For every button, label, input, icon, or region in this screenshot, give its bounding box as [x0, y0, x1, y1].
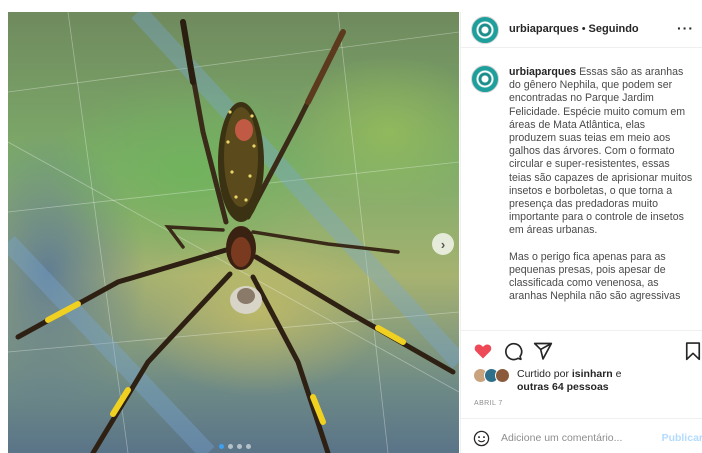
likes-summary: Curtido por isinharn e outras 64 pessoas [473, 368, 701, 396]
likes-text: Curtido por isinharn e outras 64 pessoas [517, 368, 621, 394]
spider-photo [8, 12, 459, 453]
instagram-post: › urbiaparques • Seguindo ··· urbiaparques… [0, 0, 702, 453]
caption-text: urbiaparques Essas são as aranhas do gên… [509, 66, 695, 303]
post-date[interactable]: ABRIL 7 [474, 400, 503, 407]
separator-dot: • [581, 23, 586, 35]
header-account-line: urbiaparques • Seguindo [509, 23, 639, 35]
bookmark-icon[interactable] [683, 341, 702, 361]
post-photo[interactable]: › [8, 12, 459, 453]
liker-avatars [473, 368, 515, 384]
action-bar [461, 330, 702, 361]
carousel-dot-3 [237, 444, 242, 449]
carousel-dot-4 [246, 444, 251, 449]
likes-others-link[interactable]: outras 64 pessoas [517, 381, 609, 393]
carousel-dot-2 [228, 444, 233, 449]
carousel-next-button[interactable]: › [432, 233, 454, 255]
heart-icon[interactable] [473, 341, 493, 361]
likes-prefix: Curtido por [517, 368, 572, 380]
carousel-indicator [219, 444, 251, 449]
account-avatar[interactable] [471, 16, 499, 44]
liker-username[interactable]: isinharn [572, 368, 613, 380]
likes-conjunction: e [612, 368, 622, 380]
caption-paragraph-1: Essas são as aranhas do gênero Nephila, … [509, 66, 693, 237]
follow-status[interactable]: Seguindo [589, 23, 639, 35]
carousel-dot-1 [219, 444, 224, 449]
more-options-icon[interactable]: ··· [677, 20, 694, 36]
comment-bar: Publicar [461, 418, 702, 453]
post-side-panel: urbiaparques • Seguindo ··· urbiaparques E… [460, 12, 702, 453]
chevron-right-icon: › [440, 236, 446, 252]
liker-avatar-3[interactable] [495, 368, 510, 383]
account-username[interactable]: urbiaparques [509, 23, 579, 35]
emoji-icon[interactable] [473, 430, 490, 447]
caption-paragraph-2: Mas o perigo fica apenas para as pequena… [509, 250, 681, 303]
publish-button[interactable]: Publicar [662, 432, 702, 444]
share-icon[interactable] [533, 341, 553, 361]
caption-username[interactable]: urbiaparques [509, 66, 576, 78]
post-header: urbiaparques • Seguindo ··· [461, 12, 702, 48]
caption-avatar[interactable] [471, 65, 499, 93]
caption-scroll-area[interactable]: urbiaparques Essas são as aranhas do gên… [461, 48, 702, 320]
comment-input[interactable] [501, 429, 651, 447]
comment-icon[interactable] [503, 341, 523, 361]
